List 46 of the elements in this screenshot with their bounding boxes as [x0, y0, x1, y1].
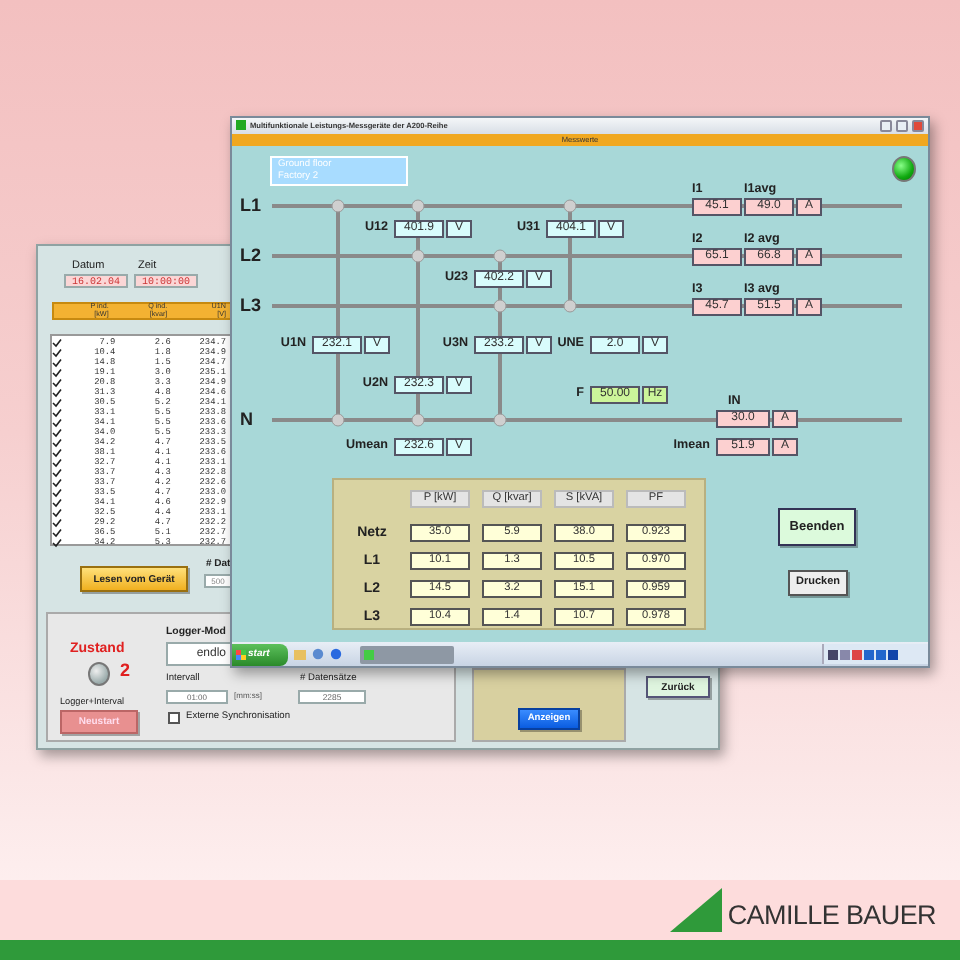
- tick-icon[interactable]: [52, 368, 62, 378]
- line-label: L1: [240, 196, 262, 215]
- tick-icon[interactable]: [52, 398, 62, 408]
- line-label: N: [240, 410, 253, 429]
- tick-icon[interactable]: [52, 428, 62, 438]
- tick-icon[interactable]: [52, 338, 62, 348]
- tick-icon[interactable]: [52, 508, 62, 518]
- junction-dot: [411, 199, 425, 213]
- brand-name: CAMILLE BAUER: [727, 899, 936, 929]
- tick-icon[interactable]: [52, 418, 62, 428]
- tick-icon[interactable]: [52, 408, 62, 418]
- logo-icon: [669, 888, 722, 932]
- minimize-button[interactable]: [880, 119, 892, 132]
- tick-icon[interactable]: [52, 458, 62, 468]
- tick-icon[interactable]: [52, 478, 62, 488]
- line-label: L3: [240, 296, 262, 315]
- status-value: 2: [120, 662, 131, 680]
- tick-icon[interactable]: [52, 348, 62, 358]
- junction-dot: [411, 413, 425, 427]
- tick-icon[interactable]: [52, 468, 62, 478]
- windows-logo-icon: [236, 649, 246, 660]
- app-icon: [236, 120, 246, 131]
- tick-icon[interactable]: [52, 388, 62, 398]
- tick-icon[interactable]: [52, 488, 62, 498]
- sync-checkbox[interactable]: [168, 712, 180, 724]
- junction-dot: [563, 299, 577, 313]
- tick-icon[interactable]: [52, 518, 62, 528]
- junction-dot: [331, 413, 345, 427]
- tick-icon[interactable]: [52, 448, 62, 458]
- line-label: L2: [240, 246, 262, 265]
- close-button[interactable]: [912, 119, 924, 132]
- junction-dot: [411, 249, 425, 263]
- app-icon: [364, 649, 374, 660]
- tick-icon[interactable]: [52, 538, 62, 548]
- junction-dot: [331, 199, 345, 213]
- junction-dot: [563, 199, 577, 213]
- tick-icon[interactable]: [52, 358, 62, 368]
- maximize-button[interactable]: [896, 119, 908, 132]
- tick-icon[interactable]: [52, 498, 62, 508]
- record-list[interactable]: [50, 334, 232, 546]
- junction-dot: [493, 413, 507, 427]
- tick-icon[interactable]: [52, 438, 62, 448]
- junction-dot: [493, 299, 507, 313]
- tick-icon[interactable]: [52, 378, 62, 388]
- tick-icon[interactable]: [52, 528, 62, 538]
- junction-dot: [493, 249, 507, 263]
